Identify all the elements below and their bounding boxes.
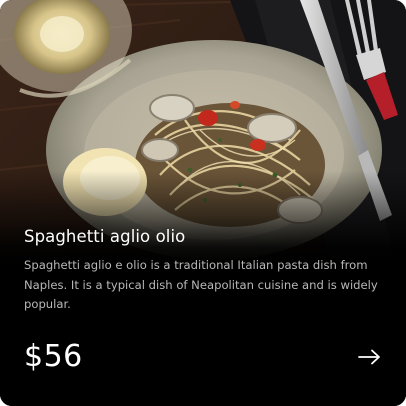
dish-title: Spaghetti aglio olio (24, 227, 186, 246)
card-content: Spaghetti aglio olio Spaghetti aglio e o… (24, 226, 382, 315)
dish-description: Spaghetti aglio e olio is a traditional … (24, 258, 378, 311)
dish-price: $56 (24, 339, 83, 374)
arrow-right-icon (358, 349, 380, 365)
dish-card[interactable]: Spaghetti aglio olio Spaghetti aglio e o… (0, 0, 406, 406)
view-dish-button[interactable] (352, 342, 388, 372)
